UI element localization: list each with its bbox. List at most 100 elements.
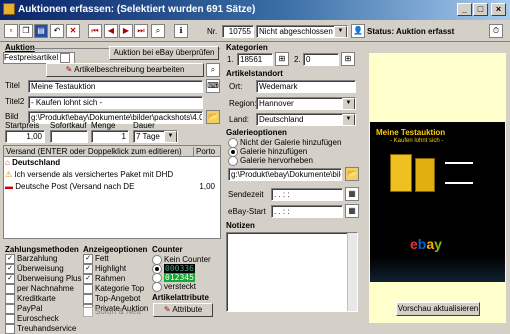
zahlung-item-ueberweisung[interactable]: ✓ Überweisung — [5, 264, 80, 274]
calendar-icon[interactable]: ▦ — [345, 204, 359, 218]
table-row[interactable]: ⌂ Deutschland — [5, 158, 219, 167]
ebay-check-button[interactable]: Auktion bei eBay überprüfen — [109, 46, 219, 60]
checkbox[interactable]: ✓ — [5, 274, 15, 284]
attribute-button[interactable]: ✎ Attribute — [153, 303, 213, 317]
status-select-value: Nicht abgeschlossen — [259, 27, 333, 36]
preview-panel: Meine Testauktion - Kaufen lohnt sich - … — [369, 53, 506, 323]
versand-header: Versand (ENTER oder Doppelklick zum edit… — [4, 146, 220, 157]
checkbox[interactable] — [5, 284, 15, 294]
edit-description-button[interactable]: ✎ Artikelbeschreibung bearbeiten — [46, 63, 204, 77]
user-icon[interactable]: 👤 — [351, 24, 365, 38]
search-description-icon[interactable]: ⌕ — [206, 63, 220, 77]
close-button[interactable]: × — [491, 3, 506, 16]
sendezeit-input[interactable]: . . : : — [271, 188, 343, 201]
radio[interactable] — [152, 282, 162, 292]
zahlung-label: Überweisung Plus — [17, 274, 82, 284]
nr-field[interactable]: 10755 — [222, 25, 254, 38]
checkbox[interactable] — [83, 294, 93, 304]
checkbox[interactable] — [83, 284, 93, 294]
checkbox[interactable] — [5, 324, 15, 334]
calendar-icon[interactable]: ▦ — [345, 187, 359, 201]
dauer-select[interactable]: 7 Tage ▼ — [133, 130, 178, 143]
title-bar: Auktionen erfassen: (Selektiert wurden 6… — [0, 0, 510, 20]
keyboard-icon[interactable]: ⌨ — [206, 79, 220, 93]
checkbox[interactable]: ✓ — [83, 264, 93, 274]
anzeige-item-kategorie-top[interactable]: Kategorie Top — [83, 284, 148, 294]
notizen-scrollbar[interactable] — [347, 233, 357, 311]
anzeige-item-top-angebot[interactable]: Top-Angebot — [83, 294, 148, 304]
folder-icon[interactable]: 📂 — [206, 110, 220, 124]
kategorie1-input[interactable]: 18561 — [237, 53, 273, 66]
land-select[interactable]: Deutschland ▼ — [256, 113, 356, 126]
versand-table[interactable]: Versand (ENTER oder Doppelklick zum edit… — [3, 145, 221, 239]
region-select[interactable]: Hannover ▼ — [256, 97, 356, 110]
galerie-path-input[interactable]: g:\Produkt\ebay\Dokumente\bilder\pi — [228, 168, 342, 181]
ort-input[interactable]: Wedemark — [256, 80, 356, 93]
checkbox[interactable]: ✓ — [5, 264, 15, 274]
prev-record-icon[interactable]: ◀ — [104, 24, 118, 38]
first-record-icon[interactable]: ⏮ — [88, 24, 102, 38]
festpreis-box[interactable] — [60, 53, 71, 63]
titel-input[interactable]: Meine Testauktion — [28, 80, 203, 93]
preview-refresh-button[interactable]: Vorschau aktualisieren — [396, 302, 480, 316]
minimize-button[interactable]: _ — [457, 3, 472, 16]
menge-input[interactable]: 1 — [91, 130, 129, 143]
checkbox[interactable]: ✓ — [83, 274, 93, 284]
table-row[interactable]: ⚠ Ich versende als versichertes Paket mi… — [5, 170, 219, 179]
checkbox[interactable]: ✓ — [83, 254, 93, 264]
table-row[interactable]: ▬ Deutsche Post (Versand nach DE 1,00 — [5, 182, 219, 191]
anzeige-item-fett[interactable]: ✓ Fett — [83, 254, 148, 264]
checkbox[interactable] — [5, 304, 15, 314]
startpreis-input[interactable]: 1,00 — [5, 130, 45, 143]
kategorie2-input[interactable]: 0 — [303, 53, 339, 66]
last-record-icon[interactable]: ⏭ — [134, 24, 148, 38]
galerie-option-highlight[interactable]: Galerie hervorheben — [228, 156, 313, 166]
zahlung-list: ✓ Barzahlung ✓ Überweisung ✓ Überweisung Pl… — [5, 254, 82, 334]
region-select-value: Hannover — [259, 99, 294, 108]
titel2-input[interactable]: - Kaufen lohnt sich - — [28, 96, 203, 109]
new-icon[interactable]: ▫ — [4, 24, 18, 38]
versand-header-label: Versand (ENTER oder Doppelklick zum edit… — [6, 147, 182, 156]
ebay-start-input[interactable]: . . : : — [271, 205, 343, 218]
checkbox[interactable]: ✓ — [5, 254, 15, 264]
maximize-button[interactable]: □ — [473, 3, 488, 16]
copy-icon[interactable]: ❐ — [19, 24, 33, 38]
zahlung-item-ueberweisung-plus[interactable]: ✓ Überweisung Plus — [5, 274, 82, 284]
undo-icon[interactable]: ↶ — [50, 24, 64, 38]
status-text: Status: Auktion erfasst — [367, 27, 455, 36]
radio[interactable] — [228, 156, 238, 166]
category-tree-icon[interactable]: ⊞ — [275, 52, 289, 66]
search-icon[interactable]: ⌕ — [151, 24, 165, 38]
status-select[interactable]: Nicht abgeschlossen ▼ — [256, 25, 348, 38]
sofortkauf-input[interactable] — [50, 130, 88, 143]
house-icon: ⌂ — [5, 158, 10, 167]
notizen-textarea[interactable] — [226, 232, 358, 312]
porto-header-label: Porto — [193, 147, 215, 157]
timer-icon[interactable]: ⏱ — [489, 24, 503, 38]
category-tree-icon[interactable]: ⊞ — [341, 52, 355, 66]
zahlung-item-kreditkarte[interactable]: Kreditkarte — [5, 294, 80, 304]
region-label: Region: — [229, 99, 257, 108]
zahlung-item-paypal[interactable]: PayPal — [5, 304, 80, 314]
counter-option-versteckt[interactable]: versteckt — [152, 282, 196, 292]
zahlung-item-treuhand[interactable]: Treuhandservice — [5, 324, 80, 334]
nr-label: Nr. — [207, 27, 218, 36]
kategorie1-label: 1. — [227, 55, 234, 64]
save-icon[interactable]: ▤ — [34, 24, 48, 38]
folder-icon[interactable]: 📂 — [345, 167, 359, 181]
info-icon[interactable]: ℹ — [174, 24, 188, 38]
attribute-icon: ✎ — [163, 305, 171, 314]
zahlung-item-barzahlung[interactable]: ✓ Barzahlung — [5, 254, 80, 264]
zahlung-item-nachnahme[interactable]: per Nachnahme — [5, 284, 80, 294]
anzeige-label: Highlight — [95, 264, 127, 274]
anzeige-item-highlight[interactable]: ✓ Highlight — [83, 264, 148, 274]
checkbox[interactable] — [5, 314, 15, 324]
edit-description-icon: ✎ — [65, 65, 73, 74]
next-record-icon[interactable]: ▶ — [119, 24, 133, 38]
delete-icon[interactable]: ✕ — [66, 24, 80, 38]
checkbox[interactable] — [5, 294, 15, 304]
anzeige-item-rahmen[interactable]: ✓ Rahmen — [83, 274, 148, 284]
galerie-heading: Galerieoptionen — [226, 128, 287, 137]
zahlung-item-euroscheck[interactable]: Euroscheck — [5, 314, 80, 324]
app-icon — [3, 3, 15, 15]
